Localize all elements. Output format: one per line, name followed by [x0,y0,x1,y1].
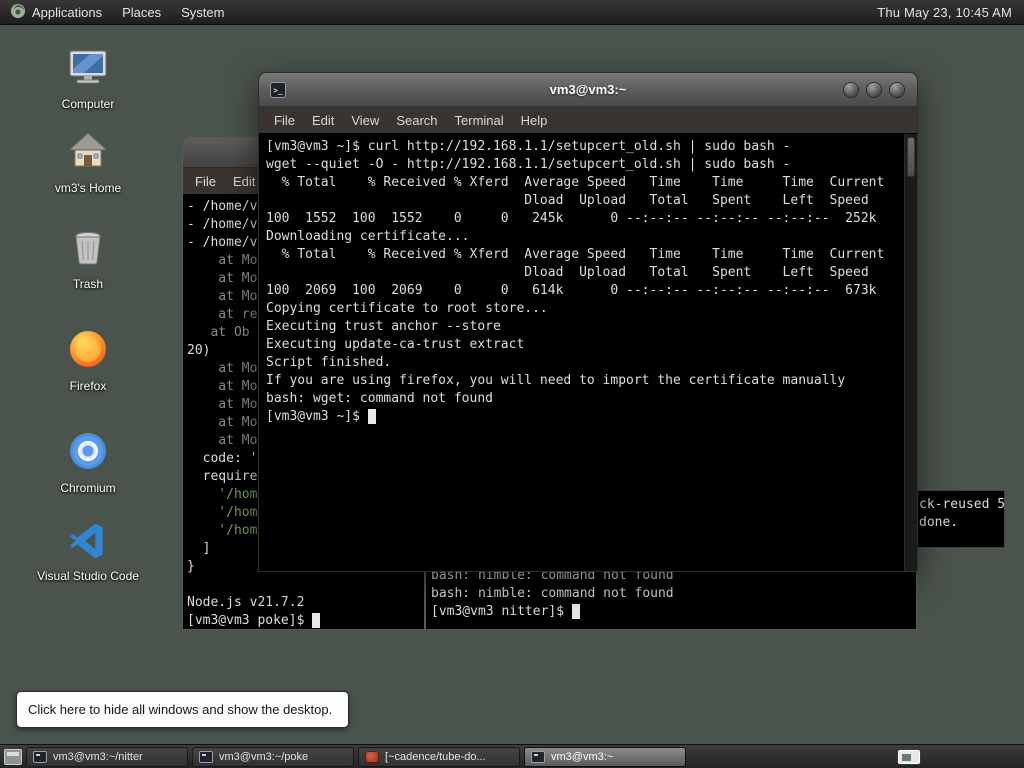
terminal-line: Copying certificate to root store... [266,301,548,316]
menu-help[interactable]: Help [521,113,548,128]
home-icon [65,128,111,179]
terminal-line: done. [919,515,959,530]
taskbar-button-label: vm3@vm3:~/poke [219,751,309,763]
close-button[interactable] [889,81,905,98]
scrollbar-thumb[interactable] [907,137,915,177]
maximize-button[interactable] [866,81,882,98]
top-panel: Applications Places System Thu May 23, 1… [0,0,1024,25]
chat-icon [365,751,379,763]
desktop-icon-vscode[interactable]: Visual Studio Code [28,520,148,584]
trash-icon [65,224,111,275]
desktop-icon-label: Chromium [60,481,116,495]
terminal-line: [vm3@vm3 ~]$ curl http://192.168.1.1/set… [266,139,791,154]
places-menu-label: Places [122,4,162,20]
terminal-cursor [367,409,376,424]
terminal-cursor [571,604,580,619]
terminal-line: Node.js v21.7.2 [187,595,305,610]
terminal-line: [vm3@vm3 poke]$ [187,612,424,629]
terminal-line: 100 1552 100 1552 0 0 245k 0 --:--:-- --… [266,211,877,226]
show-desktop-tooltip: Click here to hide all windows and show … [16,691,349,728]
terminal-line: 100 2069 100 2069 0 0 614k 0 --:--:-- --… [266,283,877,298]
taskbar-button-vm3-active[interactable]: vm3@vm3:~ [524,747,686,767]
show-desktop-button[interactable] [4,749,22,765]
applications-menu-label: Applications [32,4,103,20]
vscode-icon [67,520,109,567]
taskbar-button-cadence-tube[interactable]: [~cadence/tube-do... [358,747,520,767]
terminal-app-icon: >_ [270,82,286,98]
terminal-line: [vm3@vm3 nitter]$ [431,603,674,621]
terminal-line: wget --quiet -O - http://192.168.1.1/set… [266,157,791,172]
terminal-icon [33,751,47,763]
computer-icon [65,44,111,95]
places-menu[interactable]: Places [112,0,171,25]
taskbar-button-label: [~cadence/tube-do... [385,751,486,763]
terminal-line: ck-reused 5442 [919,497,1005,512]
terminal-menubar: File Edit View Search Terminal Help [259,107,917,133]
terminal-icon [199,751,213,763]
terminal-line: bash: nimble: command not found [431,586,674,601]
menu-file[interactable]: File [195,174,216,189]
chromium-icon [65,428,111,479]
applications-menu[interactable]: Applications [0,0,112,25]
terminal-icon [531,751,545,763]
terminal-output: bash: nimble: command not found bash: nim… [431,567,674,621]
terminal-line: % Total % Received % Xferd Average Speed… [266,247,885,262]
taskbar-button-label: vm3@vm3:~/nitter [53,751,143,763]
tooltip-text: Click here to hide all windows and show … [28,702,333,717]
menu-terminal[interactable]: Terminal [455,113,504,128]
desktop: Applications Places System Thu May 23, 1… [0,0,1024,768]
scrollbar[interactable] [904,134,917,571]
taskbar-button-label: vm3@vm3:~ [551,751,614,763]
terminal-line: % Total % Received % Xferd Average Speed… [266,175,885,190]
desktop-icon-label: Visual Studio Code [37,569,139,583]
terminal-line: Script finished. [266,355,392,370]
terminal-output[interactable]: [vm3@vm3 ~]$ curl http://192.168.1.1/set… [260,134,904,570]
terminal-cursor [312,613,321,628]
window-controls [843,81,905,98]
titlebar[interactable]: >_ vm3@vm3:~ [259,73,917,107]
menu-edit[interactable]: Edit [312,113,334,128]
menu-edit[interactable]: Edit [233,174,255,189]
menu-file[interactable]: File [274,113,295,128]
minimize-button[interactable] [843,81,859,98]
desktop-icon-chromium[interactable]: Chromium [28,428,148,496]
menu-search[interactable]: Search [396,113,437,128]
system-menu-label: System [181,4,225,20]
terminal-line: bash: wget: command not found [266,391,493,406]
terminal-line: Downloading certificate... [266,229,470,244]
desktop-icon-label: Computer [61,97,115,111]
desktop-icon-firefox[interactable]: Firefox [28,326,148,394]
desktop-icon-label: Trash [72,277,104,291]
terminal-line: [vm3@vm3 ~]$ [266,408,904,426]
desktop-icon-label: Firefox [69,379,107,393]
terminal-line: Dload Upload Total Spent Left Speed [266,265,869,280]
desktop-icon-computer[interactable]: Computer [28,44,148,112]
main-terminal-window: >_ vm3@vm3:~ File Edit View Search Termi… [258,72,918,572]
terminal-line: Dload Upload Total Spent Left Speed [266,193,869,208]
clock[interactable]: Thu May 23, 10:45 AM [877,5,1024,20]
distro-logo-icon [10,3,26,22]
terminal-line: Executing update-ca-trust extract [266,337,525,352]
terminal-line: Executing trust anchor --store [266,319,501,334]
taskbar-button-nitter[interactable]: vm3@vm3:~/nitter [26,747,188,767]
taskbar-button-poke[interactable]: vm3@vm3:~/poke [192,747,354,767]
window-title: vm3@vm3:~ [549,82,627,97]
desktop-icon-label: vm3's Home [54,181,122,195]
firefox-icon [65,326,111,377]
workspace-switcher[interactable] [898,750,920,764]
terminal-output: ck-reused 5442 done. [919,496,1005,532]
desktop-icon-home[interactable]: vm3's Home [28,128,148,196]
terminal-line: If you are using firefox, you will need … [266,373,846,388]
system-menu[interactable]: System [171,0,234,25]
taskbar: vm3@vm3:~/nitter vm3@vm3:~/poke [~cadenc… [0,744,1024,768]
desktop-icon-trash[interactable]: Trash [28,224,148,292]
menu-view[interactable]: View [351,113,379,128]
